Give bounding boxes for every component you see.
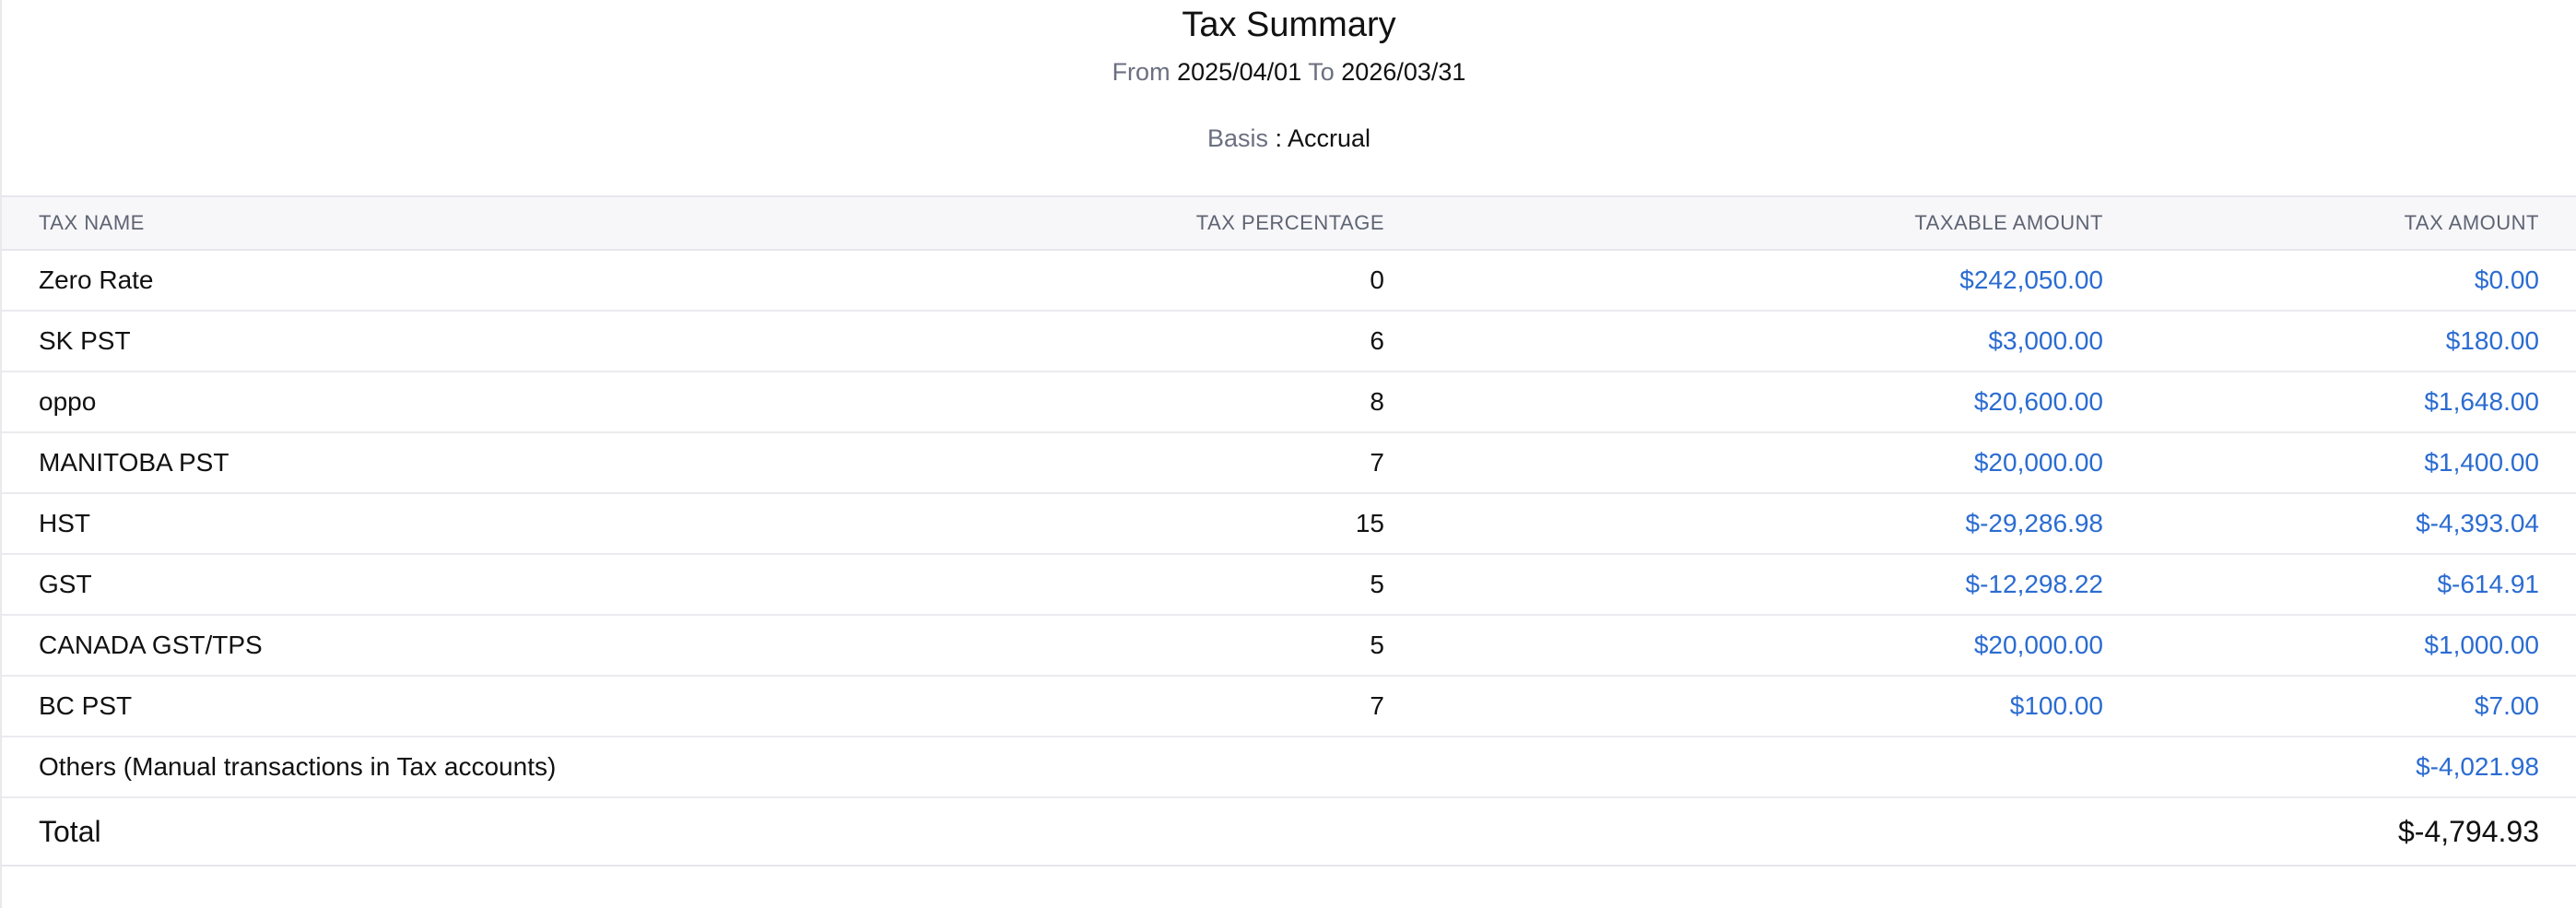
- tax-name-cell: HST: [2, 493, 960, 555]
- taxable-amount-link[interactable]: $242,050.00: [1959, 265, 2103, 294]
- tax-amount-link[interactable]: $1,000.00: [2424, 631, 2539, 659]
- tax-percentage-cell: 7: [960, 676, 1421, 737]
- table-row: SK PST 6 $3,000.00 $180.00: [2, 311, 2576, 372]
- date-range: From 2025/04/01 To 2026/03/31: [2, 55, 2576, 88]
- column-header-tax-percentage: TAX PERCENTAGE: [960, 195, 1421, 251]
- tax-summary-table: TAX NAME TAX PERCENTAGE TAXABLE AMOUNT T…: [2, 195, 2576, 867]
- others-tax-amount-link[interactable]: $-4,021.98: [2416, 752, 2539, 781]
- taxable-amount-link[interactable]: $20,000.00: [1974, 448, 2103, 477]
- taxable-amount-link[interactable]: $-12,298.22: [1966, 570, 2103, 598]
- table-row: GST 5 $-12,298.22 $-614.91: [2, 554, 2576, 616]
- table-row: Zero Rate 0 $242,050.00 $0.00: [2, 250, 2576, 312]
- basis-label: Basis: [1206, 124, 1268, 152]
- from-label: From: [1112, 58, 1170, 86]
- table-row: HST 15 $-29,286.98 $-4,393.04: [2, 493, 2576, 555]
- tax-amount-link[interactable]: $180.00: [2446, 326, 2539, 355]
- report-title: Tax Summary: [1182, 6, 1396, 44]
- taxable-amount-link[interactable]: $20,000.00: [1974, 631, 2103, 659]
- tax-percentage-cell: 0: [960, 250, 1421, 312]
- table-row: MANITOBA PST 7 $20,000.00 $1,400.00: [2, 432, 2576, 494]
- total-label: Total: [2, 797, 960, 867]
- table-header: TAX NAME TAX PERCENTAGE TAXABLE AMOUNT T…: [2, 195, 2576, 251]
- total-tax-amount: $-4,794.93: [2140, 797, 2576, 867]
- table-row: BC PST 7 $100.00 $7.00: [2, 676, 2576, 737]
- tax-amount-link[interactable]: $1,400.00: [2424, 448, 2539, 477]
- tax-name-cell: Zero Rate: [2, 250, 960, 312]
- total-row: Total $-4,794.93: [2, 797, 2576, 867]
- basis-value: Accrual: [1288, 124, 1371, 152]
- tax-name-cell: CANADA GST/TPS: [2, 615, 960, 677]
- others-row: Others (Manual transactions in Tax accou…: [2, 737, 2576, 798]
- basis-separator: :: [1267, 124, 1288, 152]
- to-label: To: [1308, 58, 1335, 86]
- others-percentage-cell: [960, 737, 1421, 798]
- tax-name-cell: oppo: [2, 371, 960, 433]
- tax-percentage-cell: 5: [960, 615, 1421, 677]
- tax-amount-link[interactable]: $7.00: [2475, 691, 2539, 720]
- taxable-amount-link[interactable]: $20,600.00: [1974, 387, 2103, 416]
- tax-percentage-cell: 5: [960, 554, 1421, 616]
- tax-percentage-cell: 7: [960, 432, 1421, 494]
- from-date: 2025/04/01: [1177, 58, 1302, 86]
- table-body: Zero Rate 0 $242,050.00 $0.00 SK PST 6 $…: [2, 250, 2576, 867]
- taxable-amount-link[interactable]: $100.00: [2010, 691, 2103, 720]
- column-header-tax-amount: TAX AMOUNT: [2140, 195, 2576, 251]
- tax-name-cell: SK PST: [2, 311, 960, 372]
- table-row: CANADA GST/TPS 5 $20,000.00 $1,000.00: [2, 615, 2576, 677]
- taxable-amount-link[interactable]: $3,000.00: [1988, 326, 2103, 355]
- tax-percentage-cell: 15: [960, 493, 1421, 555]
- tax-percentage-cell: 8: [960, 371, 1421, 433]
- taxable-amount-link[interactable]: $-29,286.98: [1966, 509, 2103, 537]
- column-header-taxable-amount: TAXABLE AMOUNT: [1421, 195, 2140, 251]
- column-header-tax-name: TAX NAME: [2, 195, 960, 251]
- tax-amount-link[interactable]: $-614.91: [2437, 570, 2539, 598]
- tax-name-cell: GST: [2, 554, 960, 616]
- others-taxable-cell: [1421, 737, 2140, 798]
- others-name-cell: Others (Manual transactions in Tax accou…: [2, 737, 960, 798]
- tax-amount-link[interactable]: $1,648.00: [2424, 387, 2539, 416]
- tax-amount-link[interactable]: $0.00: [2475, 265, 2539, 294]
- tax-percentage-cell: 6: [960, 311, 1421, 372]
- tax-summary-report: Tax Summary From 2025/04/01 To 2026/03/3…: [0, 0, 2576, 908]
- to-date: 2026/03/31: [1341, 58, 1466, 86]
- total-percentage-cell: [960, 797, 1421, 867]
- tax-name-cell: BC PST: [2, 676, 960, 737]
- header-row: TAX NAME TAX PERCENTAGE TAXABLE AMOUNT T…: [2, 195, 2576, 251]
- tax-name-cell: MANITOBA PST: [2, 432, 960, 494]
- table-row: oppo 8 $20,600.00 $1,648.00: [2, 371, 2576, 433]
- tax-amount-link[interactable]: $-4,393.04: [2416, 509, 2539, 537]
- total-taxable-cell: [1421, 797, 2140, 867]
- basis-line: Basis : Accrual: [2, 122, 2576, 155]
- report-header: Tax Summary From 2025/04/01 To 2026/03/3…: [2, 0, 2576, 155]
